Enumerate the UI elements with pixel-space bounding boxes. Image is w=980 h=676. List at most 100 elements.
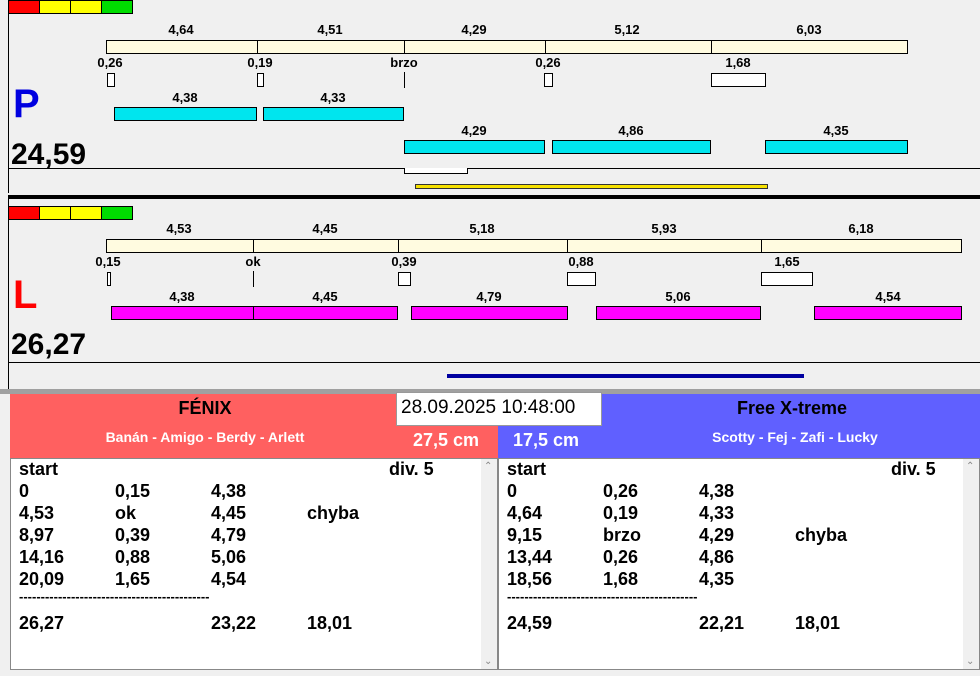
- lane-l-reaction-label: 0,88: [568, 254, 594, 269]
- lane-l-time-segment: [567, 239, 762, 253]
- lane-p-split-bar: [552, 140, 711, 154]
- list-item[interactable]: 0 0,15 4,38: [11, 481, 497, 503]
- lane-p-reaction-tick: [404, 72, 405, 88]
- list-item[interactable]: 14,16 0,88 5,06: [11, 547, 497, 569]
- lane-p-split-label: 4,33: [320, 90, 346, 105]
- right-team-results-list[interactable]: start div. 5 0 0,26 4,38 4,64 0,19 4,33 …: [498, 458, 980, 670]
- lane-p-time-segment: [404, 40, 546, 54]
- lane-p-reaction-label: brzo: [390, 55, 418, 70]
- scroll-down-icon[interactable]: ⌄: [966, 656, 974, 667]
- reaction-time: 0,15: [115, 481, 151, 501]
- cumulative-time: 18,56: [507, 569, 553, 589]
- division-label: div. 5: [891, 459, 936, 479]
- lane-l-split-label: 4,45: [312, 289, 338, 304]
- lane-p-left-border: [8, 6, 9, 193]
- reaction-time: brzo: [603, 525, 641, 545]
- lane-p-letter: P: [13, 82, 40, 126]
- list-item[interactable]: 9,15 brzo 4,29 chyba: [499, 525, 979, 547]
- separator-line: ----------------------------------------…: [507, 589, 698, 604]
- lane-p-reaction-box: [257, 73, 264, 87]
- list-item[interactable]: 8,97 0,39 4,79: [11, 525, 497, 547]
- left-list-scrollbar[interactable]: ⌃ ⌄: [481, 459, 497, 669]
- right-list-scrollbar[interactable]: ⌃ ⌄: [963, 459, 979, 669]
- total-reference: 18,01: [307, 613, 353, 633]
- list-separator: ----------------------------------------…: [11, 589, 497, 611]
- reaction-time: 1,65: [115, 569, 151, 589]
- run-time: 4,86: [699, 547, 735, 567]
- totals-row[interactable]: 26,27 23,22 18,01: [11, 613, 497, 635]
- lane-p-time-label: 4,51: [317, 22, 343, 37]
- reaction-time: 0,26: [603, 481, 639, 501]
- lane-p-split-bar: [404, 140, 545, 154]
- division-label: div. 5: [389, 459, 434, 479]
- list-item[interactable]: 4,64 0,19 4,33: [499, 503, 979, 525]
- green-light-icon: [101, 206, 133, 220]
- right-team-members: Scotty - Fej - Zafi - Lucky: [712, 429, 878, 445]
- lane-p-time-segment: [711, 40, 908, 54]
- lane-l-split-bar: [814, 306, 962, 320]
- total-reference: 18,01: [795, 613, 841, 633]
- lane-l-time-label: 4,53: [166, 221, 192, 236]
- lane-l-baseline: [8, 362, 980, 363]
- lane-p-reaction-box: [544, 73, 553, 87]
- list-item[interactable]: 4,53 ok 4,45 chyba: [11, 503, 497, 525]
- list-item[interactable]: 0 0,26 4,38: [499, 481, 979, 503]
- lane-l-panel: 4,53 4,45 5,18 5,93 6,18 0,15 ok 0,39 0,…: [8, 199, 980, 389]
- list-item[interactable]: 13,44 0,26 4,86: [499, 547, 979, 569]
- lane-p-reaction-label: 0,19: [247, 55, 273, 70]
- lane-p-reaction-box: [711, 73, 766, 87]
- lane-p-total-time: 24,59: [11, 138, 87, 171]
- list-separator: ----------------------------------------…: [499, 589, 979, 611]
- lane-l-split-label: 4,38: [169, 289, 195, 304]
- lane-p-marker-box: [404, 168, 468, 174]
- reaction-time: 0,39: [115, 525, 151, 545]
- cumulative-time: 20,09: [19, 569, 65, 589]
- lane-l-split-bar: [596, 306, 761, 320]
- cumulative-time: 0: [19, 481, 30, 501]
- lane-l-time-segment: [761, 239, 962, 253]
- lane-l-split-bar: [253, 306, 398, 320]
- yellow-light-icon: [39, 0, 71, 14]
- scroll-down-icon[interactable]: ⌄: [484, 656, 492, 667]
- lane-p-split-label: 4,86: [618, 123, 644, 138]
- run-time: 4,38: [699, 481, 735, 501]
- scroll-up-icon[interactable]: ⌃: [966, 461, 974, 472]
- cumulative-time: 9,15: [507, 525, 543, 545]
- cumulative-time: 4,64: [507, 503, 543, 523]
- lane-l-split-label: 4,79: [476, 289, 502, 304]
- reaction-time: 1,68: [603, 569, 639, 589]
- right-team-height: 17,5 cm: [513, 430, 580, 450]
- cumulative-time: 13,44: [507, 547, 553, 567]
- total-run-time: 22,21: [699, 613, 745, 633]
- lane-p-split-label: 4,29: [461, 123, 487, 138]
- lane-l-reaction-label: ok: [245, 254, 261, 269]
- lane-p-time-segment: [257, 40, 405, 54]
- left-team-height: 27,5 cm: [413, 430, 480, 450]
- run-time: 4,45: [211, 503, 247, 523]
- lane-p-time-label: 4,64: [168, 22, 194, 37]
- totals-row[interactable]: 24,59 22,21 18,01: [499, 613, 979, 635]
- list-item[interactable]: 20,09 1,65 4,54: [11, 569, 497, 591]
- run-time: 4,35: [699, 569, 735, 589]
- left-team-results-list[interactable]: start div. 5 0 0,15 4,38 4,53 ok 4,45 ch…: [10, 458, 498, 670]
- scroll-up-icon[interactable]: ⌃: [484, 461, 492, 472]
- lane-p-split-label: 4,38: [172, 90, 198, 105]
- cumulative-time: 8,97: [19, 525, 55, 545]
- lane-l-letter: L: [13, 273, 38, 317]
- lane-l-start-lights: [8, 206, 133, 220]
- start-label: start: [19, 459, 59, 479]
- total-time: 26,27: [19, 613, 65, 633]
- lane-p-baseline: [8, 168, 980, 169]
- lane-l-reaction-box: [107, 272, 111, 286]
- left-team-name: FÉNIX: [178, 398, 232, 418]
- lane-l-time-segment: [253, 239, 399, 253]
- right-team-panel: Free X-treme Scotty - Fej - Zafi - Lucky…: [498, 394, 980, 676]
- list-item[interactable]: 18,56 1,68 4,35: [499, 569, 979, 591]
- run-time: 4,38: [211, 481, 247, 501]
- run-time: 4,29: [699, 525, 735, 545]
- yellow-light-icon: [70, 0, 102, 14]
- lane-l-split-label: 5,06: [665, 289, 691, 304]
- lane-l-reaction-box: [398, 272, 411, 286]
- reaction-time: ok: [115, 503, 137, 523]
- lane-p-start-lights: [8, 0, 133, 14]
